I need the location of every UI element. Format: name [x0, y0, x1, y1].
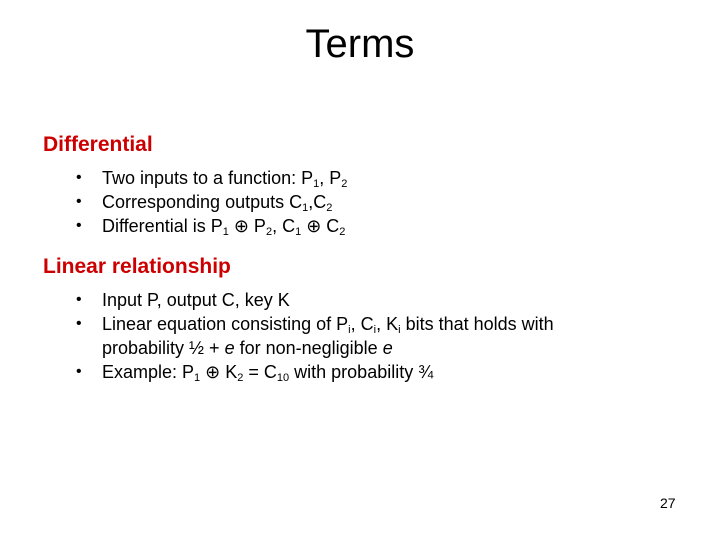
differential-bullet-list: • Two inputs to a function: P1, P2 • Cor…	[76, 166, 347, 238]
list-item: • Linear equation consisting of Pi, Ci, …	[76, 314, 554, 358]
bullet-icon: •	[76, 217, 82, 234]
bullet-icon: •	[76, 315, 82, 332]
bullet-icon: •	[76, 291, 82, 308]
page-number: 27	[660, 495, 676, 511]
list-item: • Differential is P1 ⊕ P2, C1 ⊕ C2	[76, 216, 346, 238]
bullet-icon: •	[76, 169, 82, 186]
list-item-continuation: probability ½ + e for non-negligible e	[102, 338, 393, 358]
list-item: • Example: P1 ⊕ K2 = C10 with probabilit…	[76, 362, 434, 384]
bullet-icon: •	[76, 363, 82, 380]
linear-bullet-list: • Input P, output C, key K • Linear equa…	[76, 288, 554, 384]
bullet-icon: •	[76, 193, 82, 210]
list-item: • Corresponding outputs C1,C2	[76, 192, 333, 214]
list-item: • Input P, output C, key K	[76, 290, 290, 310]
section-heading-differential: Differential	[43, 133, 153, 156]
section-heading-linear-relationship: Linear relationship	[43, 255, 231, 278]
list-item: • Two inputs to a function: P1, P2	[76, 168, 348, 190]
slide-title: Terms	[305, 22, 415, 66]
